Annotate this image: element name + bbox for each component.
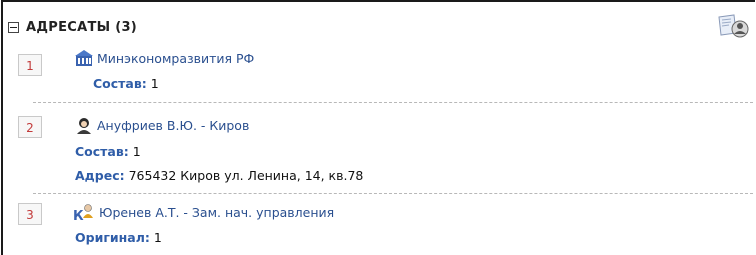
address-label: Адрес: xyxy=(75,168,125,183)
add-recipient-icon[interactable] xyxy=(716,13,750,39)
composition-label: Состав: xyxy=(75,144,129,159)
separator xyxy=(33,102,753,103)
recipient-name-link[interactable]: Юренев А.Т. - Зам. нач. управления xyxy=(99,205,334,220)
person-icon xyxy=(77,118,91,134)
recipient-number: 1 xyxy=(18,54,42,76)
section-title: АДРЕСАТЫ (3) xyxy=(26,19,138,35)
composition-row: Состав: 1 xyxy=(75,144,141,159)
separator xyxy=(33,193,753,194)
original-value: 1 xyxy=(153,230,162,245)
recipient-name-line: К Юренев А.Т. - Зам. нач. управления xyxy=(73,203,334,221)
recipient-number: 3 xyxy=(18,203,42,225)
original-label: Оригинал: xyxy=(75,230,150,245)
address-value: 765432 Киров ул. Ленина, 14, кв.78 xyxy=(128,168,364,183)
section-header: АДРЕСАТЫ (3) xyxy=(8,18,137,36)
recipient-name-link[interactable]: Ануфриев В.Ю. - Киров xyxy=(97,118,249,133)
composition-value: 1 xyxy=(132,144,141,159)
recipient-name-line: Ануфриев В.Ю. - Киров xyxy=(75,116,249,134)
recipient-number: 2 xyxy=(18,116,42,138)
building-icon xyxy=(75,50,93,66)
recipient-name-link[interactable]: Минэкономразвития РФ xyxy=(97,51,254,66)
address-row: Адрес: 765432 Киров ул. Ленина, 14, кв.7… xyxy=(75,168,363,183)
official-person-icon: К xyxy=(73,204,93,221)
collapse-toggle-icon[interactable] xyxy=(8,21,19,33)
svg-text:К: К xyxy=(73,209,84,221)
composition-value: 1 xyxy=(150,76,159,91)
original-row: Оригинал: 1 xyxy=(75,230,162,245)
recipient-name-line: Минэкономразвития РФ xyxy=(75,49,254,67)
composition-row: Состав: 1 xyxy=(93,76,159,91)
composition-label: Состав: xyxy=(93,76,147,91)
